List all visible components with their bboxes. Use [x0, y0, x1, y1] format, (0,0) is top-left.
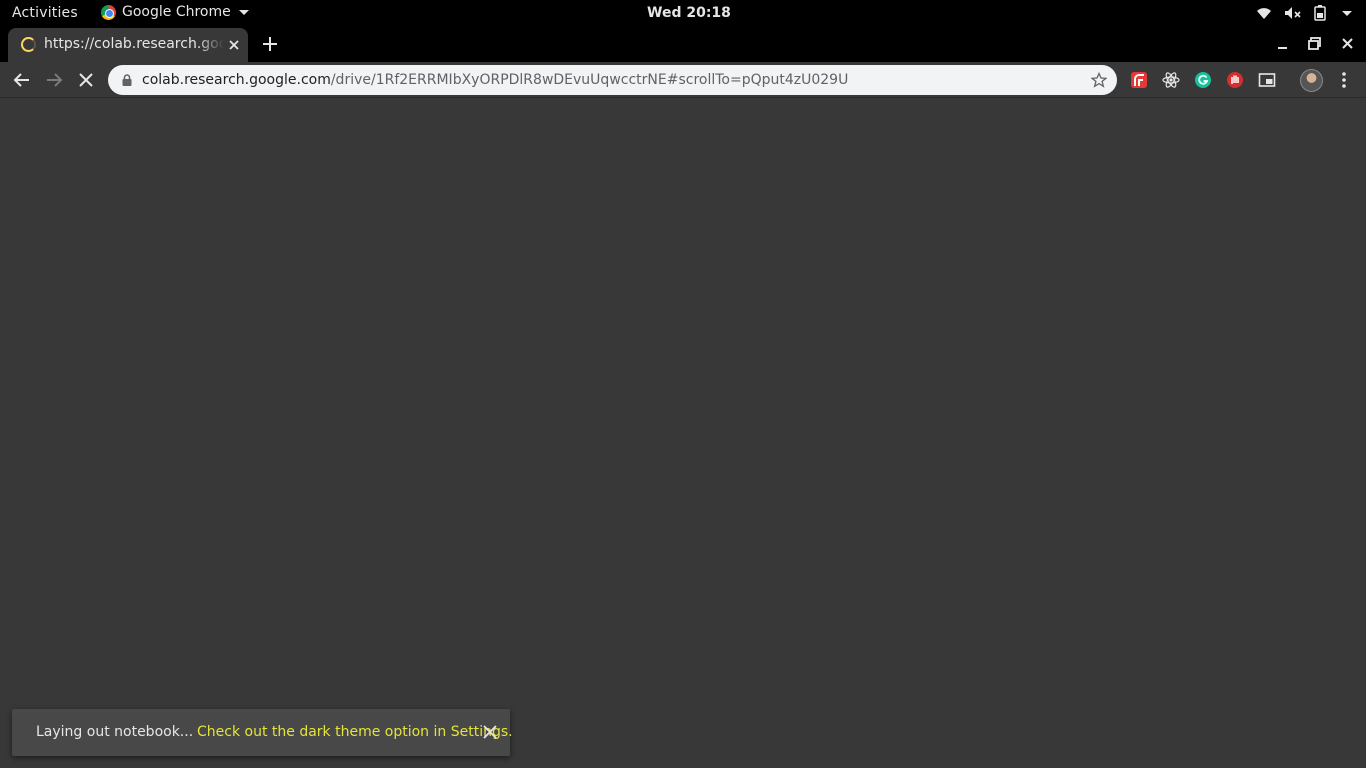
close-icon[interactable]	[481, 723, 499, 741]
page-content	[0, 98, 1366, 768]
stop-loading-icon[interactable]	[76, 70, 96, 90]
minimize-icon[interactable]	[1274, 35, 1292, 53]
app-menu-label: Google Chrome	[122, 4, 231, 20]
profile-avatar[interactable]	[1300, 69, 1323, 92]
url-path: /drive/1Rf2ERRMIbXyORPDlR8wDEvuUqwcctrNE…	[330, 72, 849, 88]
snackbar-message: Laying out notebook...	[36, 724, 194, 740]
snackbar: Laying out notebook... Check out the dar…	[12, 709, 513, 756]
url-host: colab.research.google.com	[142, 72, 331, 88]
lock-icon[interactable]	[121, 74, 133, 86]
tab-strip: https://colab.research.google.com/drive/…	[0, 27, 1366, 62]
address-bar[interactable]: colab.research.google.com/drive/1Rf2ERRM…	[108, 65, 1117, 95]
new-tab-icon[interactable]	[261, 35, 279, 53]
chevron-down-icon	[238, 9, 249, 15]
forward-arrow-icon[interactable]	[44, 70, 64, 90]
wifi-icon	[1257, 8, 1271, 19]
dark-theme-settings-link[interactable]: Check out the dark theme option in Setti…	[197, 724, 513, 740]
react-devtools-icon[interactable]	[1162, 71, 1180, 89]
tab-close-icon[interactable]	[226, 37, 242, 53]
system-tray[interactable]	[1256, 5, 1352, 21]
volume-muted-icon	[1285, 7, 1301, 19]
tab-title: https://colab.research.google.com/drive/…	[44, 36, 224, 52]
more-vertical-icon[interactable]	[1336, 70, 1352, 90]
browser-toolbar: colab.research.google.com/drive/1Rf2ERRM…	[0, 62, 1366, 98]
grammarly-icon[interactable]	[1194, 71, 1212, 89]
loading-spinner-icon	[21, 37, 36, 52]
app-menu[interactable]: Google Chrome	[101, 4, 249, 20]
hand-stop-icon[interactable]	[1226, 71, 1244, 89]
extension-red-icon[interactable]	[1130, 71, 1148, 89]
tab-colab[interactable]: https://colab.research.google.com/drive/…	[8, 28, 248, 62]
close-window-icon[interactable]	[1339, 35, 1357, 53]
clock[interactable]: Wed 20:18	[647, 5, 731, 21]
bookmark-star-icon[interactable]	[1091, 72, 1107, 88]
system-menu-chevron-icon	[1342, 10, 1352, 16]
os-top-bar: Activities Google Chrome Wed 20:18	[0, 0, 1366, 27]
picture-in-picture-icon[interactable]	[1258, 71, 1276, 89]
url-text[interactable]: colab.research.google.com/drive/1Rf2ERRM…	[142, 72, 848, 88]
chrome-logo-icon	[101, 4, 116, 20]
battery-icon	[1314, 5, 1326, 21]
restore-icon[interactable]	[1306, 35, 1324, 53]
activities-button[interactable]: Activities	[12, 5, 78, 21]
back-arrow-icon[interactable]	[12, 70, 32, 90]
